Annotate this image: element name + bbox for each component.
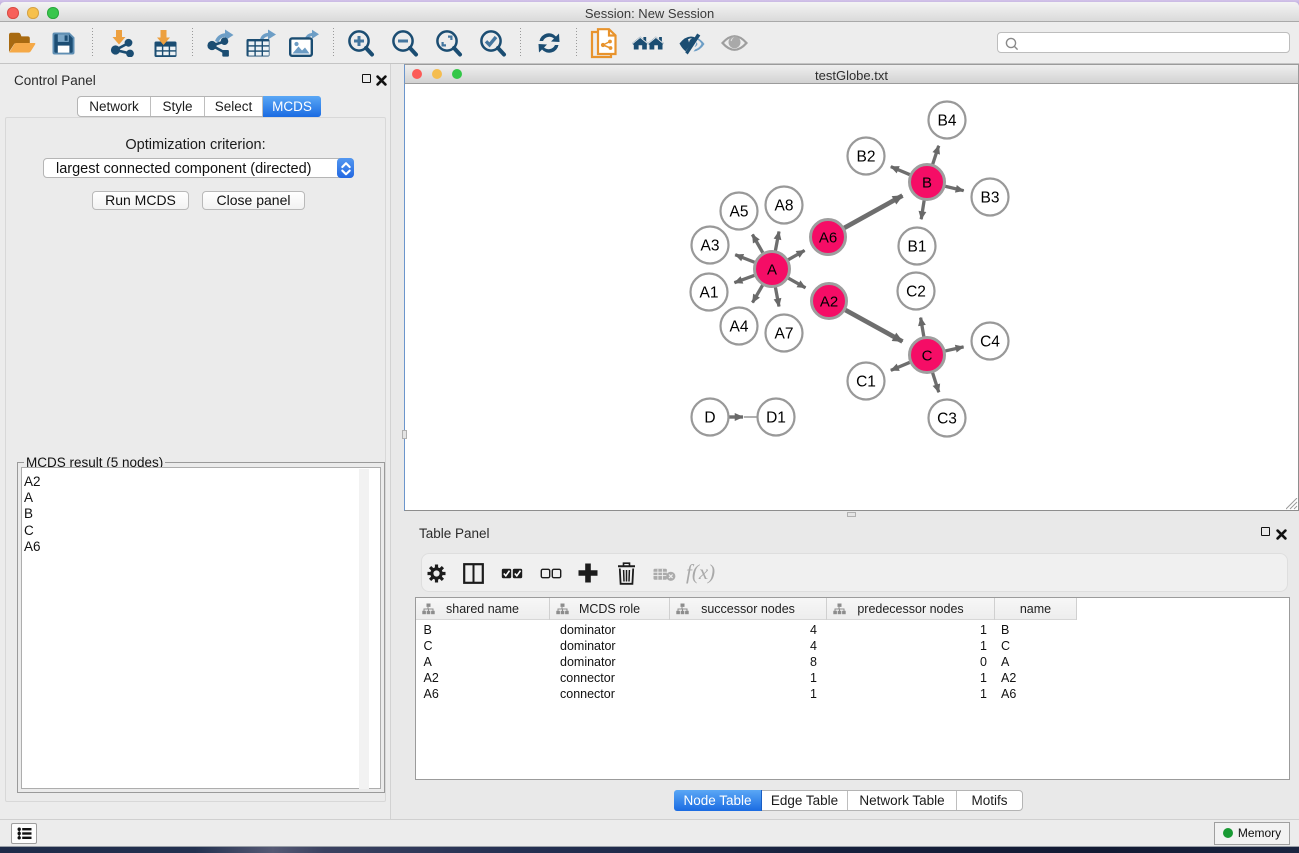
svg-text:A: A xyxy=(767,262,777,279)
svg-text:A7: A7 xyxy=(775,326,794,343)
svg-text:B4: B4 xyxy=(938,113,957,130)
svg-text:A5: A5 xyxy=(730,204,749,221)
svg-text:B3: B3 xyxy=(981,190,1000,207)
svg-text:A2: A2 xyxy=(820,294,838,311)
svg-text:D1: D1 xyxy=(766,410,786,427)
svg-text:B2: B2 xyxy=(857,149,876,166)
svg-text:A3: A3 xyxy=(701,238,720,255)
svg-text:A6: A6 xyxy=(819,230,837,247)
svg-text:A8: A8 xyxy=(775,198,794,215)
svg-text:A1: A1 xyxy=(700,285,719,302)
svg-text:B1: B1 xyxy=(908,239,927,256)
svg-text:D: D xyxy=(704,410,715,427)
svg-text:C3: C3 xyxy=(937,411,957,428)
svg-text:C4: C4 xyxy=(980,334,1000,351)
svg-text:B: B xyxy=(922,175,932,192)
svg-text:C: C xyxy=(922,348,933,365)
svg-text:A4: A4 xyxy=(730,319,749,336)
svg-text:C2: C2 xyxy=(906,284,926,301)
svg-text:C1: C1 xyxy=(856,374,876,391)
